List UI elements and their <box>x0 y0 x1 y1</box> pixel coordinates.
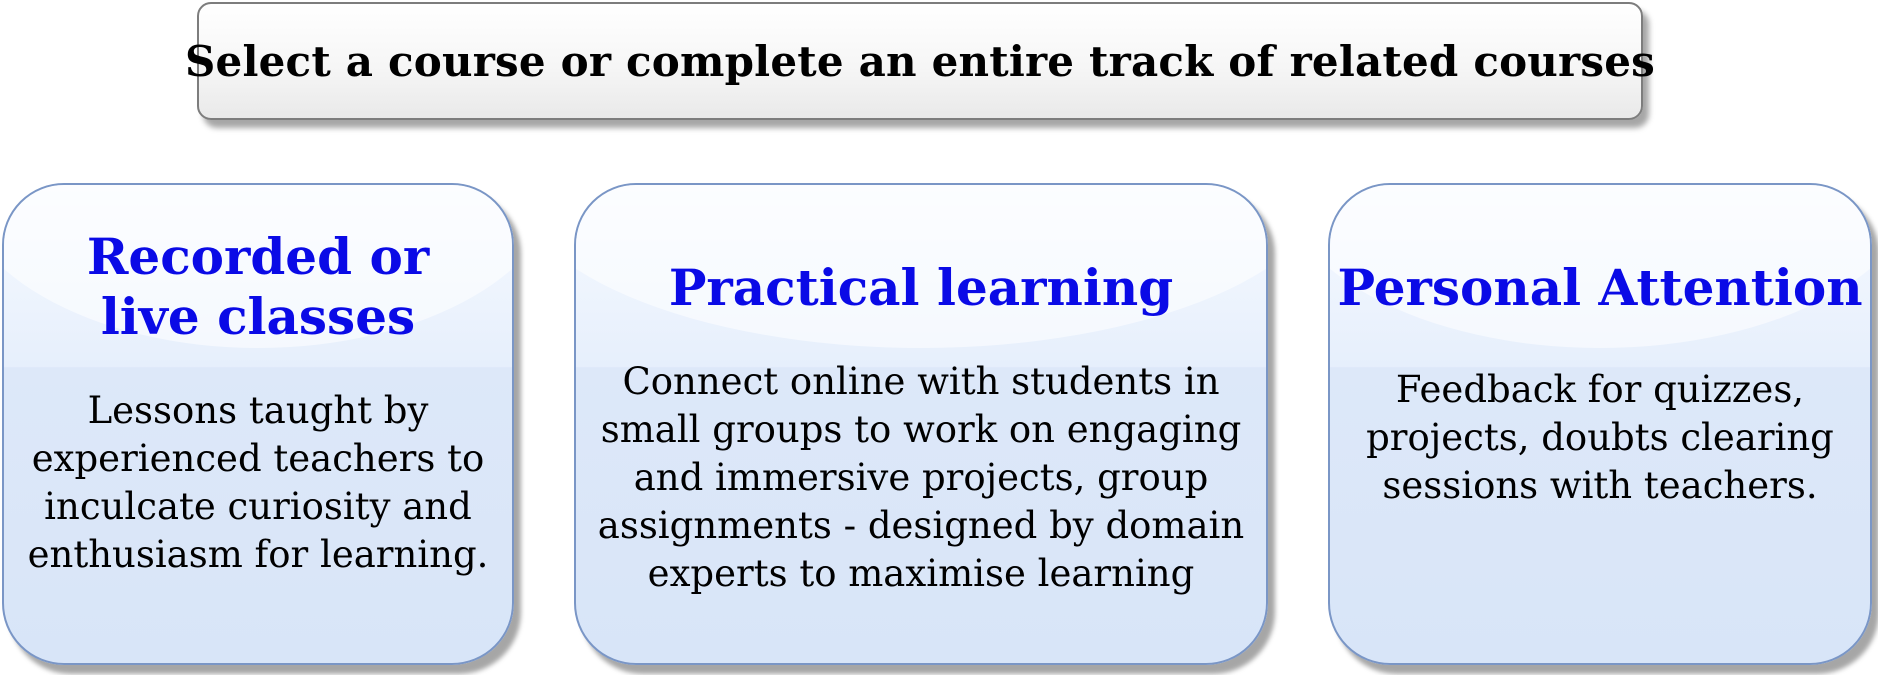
card-recorded-live-classes: Recorded or live classes Lessons taught … <box>2 183 514 665</box>
card-title: Practical learning <box>668 258 1174 317</box>
card-description: Feedback for quizzes, projects, doubts c… <box>1366 368 1834 508</box>
card-personal-attention: Personal Attention Feedback for quizzes,… <box>1328 183 1872 665</box>
card-title: Personal Attention <box>1337 258 1863 317</box>
header-banner: Select a course or complete an entire tr… <box>185 2 1655 120</box>
card-description: Connect online with students in small gr… <box>597 360 1245 596</box>
header-title: Select a course or complete an entire tr… <box>185 36 1655 86</box>
card-practical-learning: Practical learning Connect online with s… <box>574 183 1268 665</box>
card-description: Lessons taught by experienced teachers t… <box>27 389 489 577</box>
card-title: Recorded or live classes <box>86 227 430 346</box>
